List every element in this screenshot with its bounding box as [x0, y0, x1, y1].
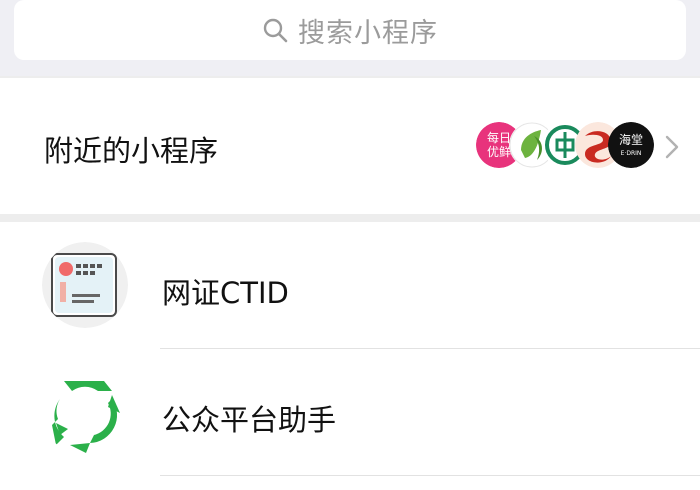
list-item-label: 公众平台助手 — [162, 403, 337, 437]
list-item-ctid[interactable]: 网证CTID — [0, 222, 700, 348]
search-box[interactable]: 搜索小程序 — [14, 0, 686, 60]
search-placeholder: 搜索小程序 — [298, 17, 438, 49]
mini-program-list: 网证CTID 公众平台助手 — [0, 222, 700, 490]
avatar-text-line1: 每日 — [487, 130, 511, 145]
section-gap — [0, 214, 700, 222]
list-item-label: 网证CTID — [162, 276, 289, 310]
avatar-text-line1: 海堂 — [619, 132, 643, 147]
divider — [160, 475, 700, 476]
chevron-right-icon — [665, 135, 679, 159]
id-card-icon — [42, 242, 128, 328]
list-item-mp-assistant[interactable]: 公众平台助手 — [0, 349, 700, 475]
recycle-arrows-icon — [42, 369, 128, 455]
avatar-text-line2: E·DRIN — [621, 150, 642, 157]
nearby-mini-programs-row[interactable]: 附近的小程序 每日 优鲜 海堂 E·DRIN — [0, 78, 700, 214]
nearby-label: 附近的小程序 — [44, 134, 219, 168]
black-shop-logo-icon: 海堂 E·DRIN — [608, 122, 654, 168]
avatar-text-line2: 优鲜 — [487, 145, 511, 159]
search-icon — [263, 18, 288, 43]
search-area: 搜索小程序 — [0, 0, 700, 76]
